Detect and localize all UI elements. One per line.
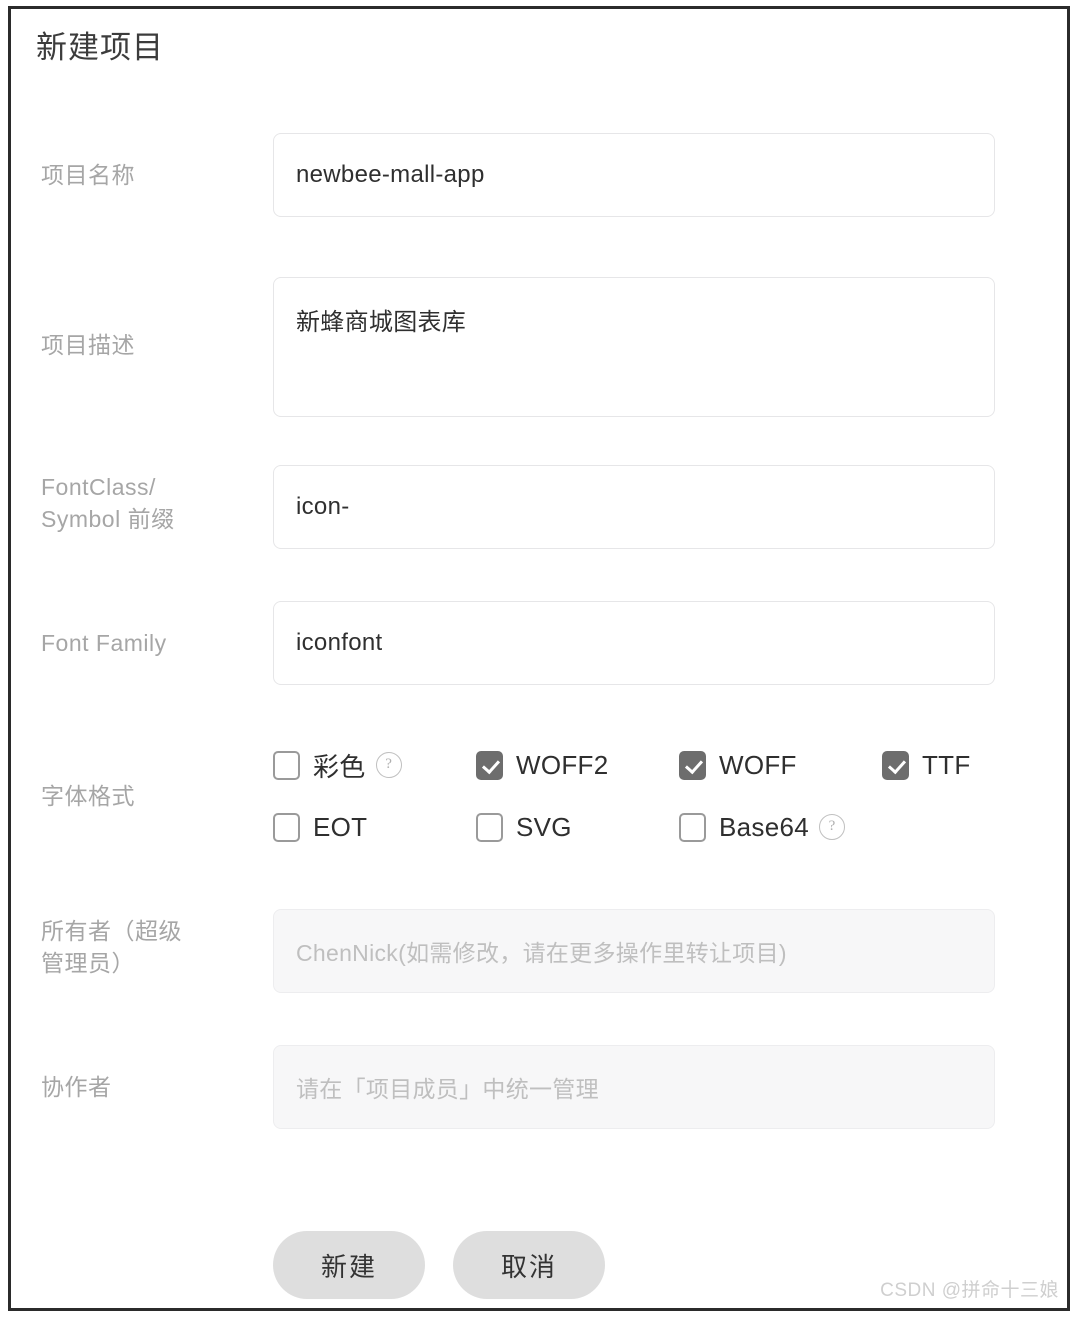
font-format-option-label: Base64 <box>719 811 809 842</box>
cancel-button[interactable]: 取消 <box>453 1231 605 1299</box>
checkbox-unchecked-icon[interactable] <box>273 750 300 780</box>
font-format-option-label: SVG <box>516 811 572 842</box>
font-family-input[interactable]: iconfont <box>273 601 995 685</box>
submit-button[interactable]: 新建 <box>273 1231 425 1299</box>
label-fontclass-prefix: FontClass/ Symbol 前缀 <box>41 471 256 535</box>
project-name-input[interactable]: newbee-mall-app <box>273 133 995 217</box>
font-format-option-label: TTF <box>922 749 971 780</box>
label-owner: 所有者（超级 管理员） <box>41 915 256 979</box>
font-format-option-彩色[interactable]: 彩色? <box>273 742 402 788</box>
label-project-name: 项目名称 <box>41 162 135 188</box>
font-format-option-label: EOT <box>313 811 368 842</box>
label-collaborators: 协作者 <box>41 1074 112 1100</box>
checkbox-unchecked-icon[interactable] <box>273 812 300 842</box>
page-title: 新建项目 <box>36 30 164 65</box>
font-format-option-svg[interactable]: SVG <box>476 804 572 850</box>
label-font-family: Font Family <box>41 630 167 656</box>
new-project-dialog: 新建项目 项目名称 newbee-mall-app 项目描述 新蜂商城图表库 F… <box>11 9 1067 1308</box>
label-project-description: 项目描述 <box>41 332 135 358</box>
collaborators-input: 请在「项目成员」中统一管理 <box>273 1045 995 1129</box>
font-format-option-woff[interactable]: WOFF <box>679 742 797 788</box>
help-icon[interactable]: ? <box>375 752 402 778</box>
checkbox-checked-icon[interactable] <box>882 750 909 780</box>
font-format-option-label: 彩色 <box>313 751 366 782</box>
font-format-option-base64[interactable]: Base64? <box>679 804 845 850</box>
fontclass-prefix-input[interactable]: icon- <box>273 465 995 549</box>
label-fontclass-prefix-line1: FontClass/ <box>41 474 156 500</box>
checkbox-checked-icon[interactable] <box>476 750 503 780</box>
font-format-option-ttf[interactable]: TTF <box>882 742 971 788</box>
screenshot-frame: 新建项目 项目名称 newbee-mall-app 项目描述 新蜂商城图表库 F… <box>8 6 1070 1311</box>
font-format-option-label: WOFF2 <box>516 749 609 780</box>
font-format-option-eot[interactable]: EOT <box>273 804 367 850</box>
help-icon[interactable]: ? <box>818 814 845 840</box>
checkbox-unchecked-icon[interactable] <box>679 812 706 842</box>
label-owner-line1: 所有者（超级 <box>41 918 182 944</box>
owner-input: ChenNick(如需修改，请在更多操作里转让项目) <box>273 909 995 993</box>
checkbox-unchecked-icon[interactable] <box>476 812 503 842</box>
font-format-option-woff2[interactable]: WOFF2 <box>476 742 609 788</box>
project-description-textarea[interactable]: 新蜂商城图表库 <box>273 277 995 417</box>
label-font-format: 字体格式 <box>41 783 135 809</box>
dialog-action-bar: 新建 取消 <box>273 1231 605 1299</box>
label-owner-line2: 管理员） <box>41 950 135 976</box>
watermark: CSDN @拼命十三娘 <box>880 1280 1059 1301</box>
label-fontclass-prefix-line2: Symbol 前缀 <box>41 506 175 532</box>
font-format-option-label: WOFF <box>719 749 797 780</box>
checkbox-checked-icon[interactable] <box>679 750 706 780</box>
